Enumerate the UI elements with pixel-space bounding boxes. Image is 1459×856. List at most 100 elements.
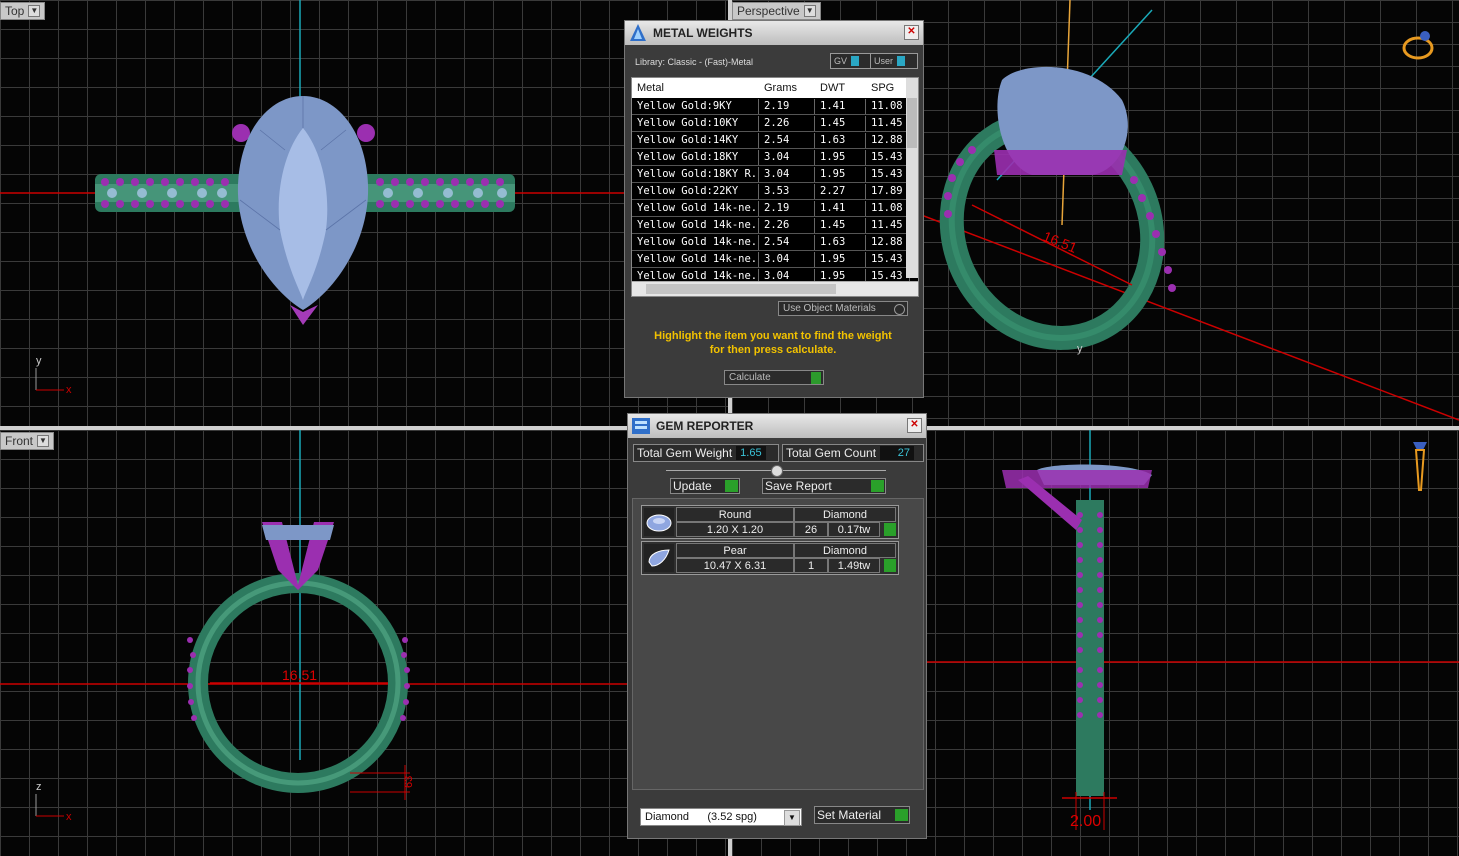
play-icon (811, 372, 821, 384)
cell-grams: 2.54 (759, 234, 815, 250)
table-row[interactable]: Yellow Gold 14k-ne... 2.54 1.63 12.88 (632, 234, 918, 251)
cell-grams: 3.04 (759, 166, 815, 182)
gem-reporter-panel: GEM REPORTER ✕ Total Gem Weight 1.65 Tot… (627, 413, 927, 839)
close-icon[interactable]: ✕ (904, 25, 919, 40)
cell-grams: 2.54 (759, 132, 815, 148)
cell-metal: Yellow Gold:14KY (632, 132, 759, 148)
gem-reporter-logo-icon (632, 418, 650, 434)
front-dimension: 16.51 (282, 667, 317, 683)
metal-weights-titlebar[interactable]: METAL WEIGHTS ✕ (625, 21, 923, 45)
table-row[interactable]: Yellow Gold 14k-ne... 3.04 1.95 15.43 (632, 251, 918, 268)
ring-nav-icon[interactable] (1402, 31, 1434, 60)
cell-metal: Yellow Gold 14k-ne... (632, 251, 759, 267)
viewport-label-front[interactable]: Front ▼ (0, 432, 55, 450)
viewport-top[interactable]: y x Top ▼ (0, 0, 728, 426)
front-view-model: 16.51 63 z x (0, 430, 728, 823)
cell-dwt: 1.45 (815, 217, 866, 233)
calculate-button[interactable]: Calculate (724, 370, 824, 385)
splitter-handle[interactable] (666, 465, 886, 477)
use-object-materials-label: Use Object Materials (783, 303, 876, 314)
set-material-button[interactable]: Set Material (814, 806, 910, 824)
viewport-title: Top (5, 4, 25, 18)
cell-spg: 12.88 (866, 132, 910, 148)
side-nav-icon[interactable] (1413, 442, 1427, 491)
viewport-label-perspective[interactable]: Perspective ▼ (732, 2, 821, 20)
top-axis-y: y (36, 355, 42, 367)
toggle-indicator-icon (897, 56, 906, 66)
viewport-title: Perspective (737, 4, 800, 18)
hint-line-2: for then press calculate. (709, 344, 837, 356)
col-spg[interactable]: SPG (866, 82, 910, 94)
top-view-model: y x (0, 0, 728, 396)
close-icon[interactable]: ✕ (907, 418, 922, 433)
radio-icon (894, 304, 905, 315)
cell-metal: Yellow Gold 14k-ne... (632, 217, 759, 233)
gem-row-round[interactable]: Round Diamond 1.20 X 1.20 26 0.17tw (641, 505, 899, 539)
cell-grams: 3.04 (759, 149, 815, 165)
select-gem-arrow-icon[interactable] (884, 559, 896, 572)
gem-material: Diamond (794, 543, 896, 558)
table-row[interactable]: Yellow Gold 14k-ne... 2.26 1.45 11.45 (632, 217, 918, 234)
gem-reporter-titlebar[interactable]: GEM REPORTER ✕ (628, 414, 926, 438)
play-icon (895, 809, 908, 821)
total-gem-count-value: 27 (880, 446, 915, 460)
chevron-down-icon[interactable]: ▼ (803, 5, 816, 17)
user-label: User (874, 56, 894, 66)
chevron-down-icon[interactable]: ▼ (28, 5, 41, 17)
metal-table-body: Yellow Gold:9KY 2.19 1.41 11.08 Yellow Gold:… (632, 98, 918, 285)
cell-grams: 3.53 (759, 183, 815, 199)
front-axis-z: z (36, 781, 42, 793)
table-row[interactable]: Yellow Gold:9KY 2.19 1.41 11.08 (632, 98, 918, 115)
metal-table[interactable]: Metal Grams DWT SPG Yellow Gold:9KY 2.19 1… (631, 77, 919, 297)
cell-grams: 2.19 (759, 98, 815, 114)
splitter-knob-icon[interactable] (771, 465, 783, 477)
cell-spg: 15.43 (866, 251, 910, 267)
col-grams[interactable]: Grams (759, 82, 815, 94)
gem-row-pear[interactable]: Pear Diamond 10.47 X 6.31 1 1.49tw (641, 541, 899, 575)
chevron-down-icon[interactable]: ▼ (37, 435, 50, 447)
col-dwt[interactable]: DWT (815, 82, 866, 94)
table-row[interactable]: Yellow Gold:18KY R... 3.04 1.95 15.43 (632, 166, 918, 183)
panel-title: METAL WEIGHTS (653, 26, 753, 40)
col-metal[interactable]: Metal (632, 82, 759, 94)
update-button[interactable]: Update (670, 478, 740, 494)
total-gem-count-label: Total Gem Count (786, 446, 877, 460)
gv-toggle[interactable]: GV (830, 53, 872, 69)
cell-dwt: 1.63 (815, 132, 866, 148)
gem-size: 1.20 X 1.20 (676, 522, 794, 537)
cell-grams: 2.19 (759, 200, 815, 216)
table-row[interactable]: Yellow Gold:14KY 2.54 1.63 12.88 (632, 132, 918, 149)
pear-gem-icon (644, 544, 674, 572)
metal-weights-panel: METAL WEIGHTS ✕ Library: Classic - (Fast… (624, 20, 924, 398)
cell-metal: Yellow Gold:9KY (632, 98, 759, 114)
total-gem-weight-field: Total Gem Weight 1.65 (633, 444, 779, 462)
cell-dwt: 1.45 (815, 115, 866, 131)
metal-weights-logo-icon (630, 24, 646, 41)
material-select[interactable]: Diamond (3.52 spg) ▼ (640, 808, 802, 826)
table-row[interactable]: Yellow Gold:18KY 3.04 1.95 15.43 (632, 149, 918, 166)
save-report-button[interactable]: Save Report (762, 478, 886, 494)
cell-metal: Yellow Gold:22KY (632, 183, 759, 199)
cell-metal: Yellow Gold 14k-ne... (632, 200, 759, 216)
use-object-materials-toggle[interactable]: Use Object Materials (778, 301, 908, 316)
gem-list[interactable]: Round Diamond 1.20 X 1.20 26 0.17tw Pear… (632, 498, 924, 790)
table-row[interactable]: Yellow Gold:22KY 3.53 2.27 17.89 (632, 183, 918, 200)
cell-metal: Yellow Gold 14k-ne... (632, 234, 759, 250)
select-gem-arrow-icon[interactable] (884, 523, 896, 536)
metal-table-hscroll[interactable] (632, 281, 918, 296)
viewport-front[interactable]: 16.51 63 z x Front ▼ (0, 430, 728, 856)
gv-label: GV (834, 56, 848, 66)
persp-dimension: 16.51 (1041, 228, 1080, 256)
user-toggle[interactable]: User (870, 53, 918, 69)
total-gem-weight-label: Total Gem Weight (637, 446, 733, 460)
table-row[interactable]: Yellow Gold:10KY 2.26 1.45 11.45 (632, 115, 918, 132)
cell-dwt: 1.41 (815, 200, 866, 216)
cell-dwt: 1.95 (815, 149, 866, 165)
gem-weight: 1.49tw (828, 558, 880, 573)
metal-table-vscroll[interactable] (906, 78, 918, 278)
table-row[interactable]: Yellow Gold 14k-ne... 2.19 1.41 11.08 (632, 200, 918, 217)
viewport-label-top[interactable]: Top ▼ (0, 2, 46, 20)
play-icon (871, 480, 884, 492)
cell-metal: Yellow Gold:18KY R... (632, 166, 759, 182)
chevron-down-icon[interactable]: ▼ (784, 810, 800, 826)
